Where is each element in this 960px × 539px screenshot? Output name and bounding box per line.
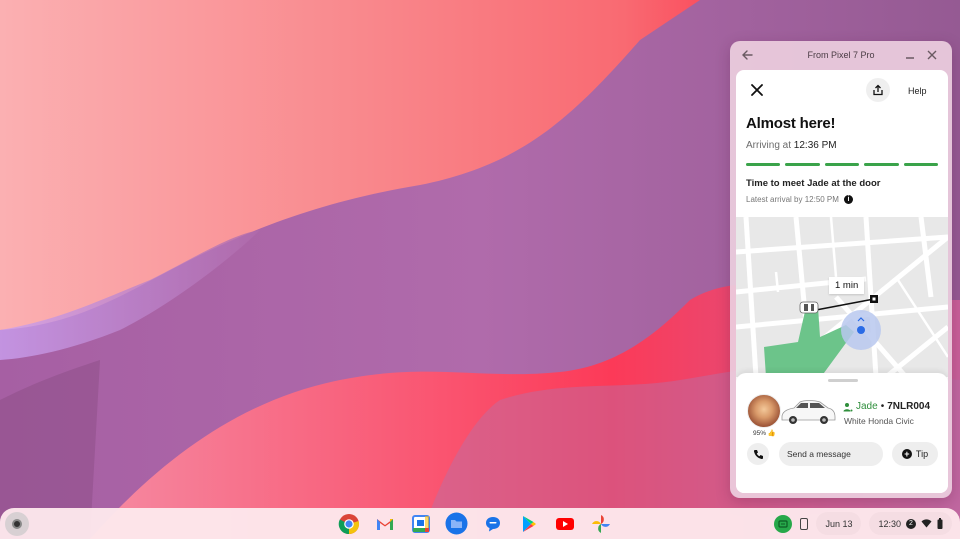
app-top-bar: Help	[736, 70, 948, 114]
thumbs-up-icon: 👍	[767, 430, 776, 437]
window-titlebar[interactable]: From Pixel 7 Pro	[730, 41, 952, 70]
wifi-icon	[921, 519, 932, 528]
add-tip-icon: +	[901, 449, 912, 459]
driver-person-icon	[843, 402, 853, 411]
progress-segment	[903, 163, 939, 166]
latest-arrival-row: Latest arrival by 12:50 PM i	[746, 195, 853, 204]
phone-hub-button[interactable]	[774, 514, 793, 533]
ride-tracking-screen: Help Almost here! Arriving at 12:36 PM T…	[736, 70, 948, 493]
call-driver-button[interactable]	[747, 443, 769, 465]
driver-avatar	[747, 394, 781, 428]
arrival-time-value: 12:36 PM	[793, 140, 837, 151]
system-status-button[interactable]: 12:30 2	[869, 512, 952, 535]
status-tray: Jun 13 12:30 2	[774, 512, 952, 535]
send-message-input[interactable]: Send a message	[779, 442, 883, 466]
progress-segment	[824, 163, 860, 166]
phone-icon	[753, 449, 763, 459]
status-headline: Almost here!	[746, 115, 836, 132]
files-icon[interactable]	[445, 512, 468, 535]
notification-count-badge: 2	[906, 518, 916, 529]
phone-hub-icon	[778, 519, 789, 528]
tip-label: Tip	[915, 449, 929, 459]
map-view[interactable]: 1 min	[736, 217, 948, 377]
dismiss-icon[interactable]	[750, 83, 764, 97]
progress-segment	[785, 163, 820, 166]
youtube-icon[interactable]	[553, 512, 576, 535]
pinned-apps	[337, 512, 612, 535]
minimize-icon[interactable]	[904, 49, 916, 61]
latest-arrival-text: Latest arrival by 12:50 PM	[746, 195, 839, 204]
share-icon	[873, 84, 883, 96]
sheet-drag-handle[interactable]	[828, 379, 858, 382]
close-window-icon[interactable]	[926, 49, 938, 61]
meet-driver-message: Time to meet Jade at the door	[746, 178, 881, 189]
vehicle-description: White Honda Civic	[844, 416, 914, 426]
help-button[interactable]: Help	[908, 86, 927, 96]
driver-bottom-sheet: 95% 👍 Jade • 7NLR004 White Honda Civic S…	[736, 373, 948, 493]
message-placeholder: Send a message	[787, 449, 851, 459]
driver-car-icon	[799, 301, 819, 314]
date-text: Jun 13	[825, 518, 853, 529]
share-button[interactable]	[866, 78, 890, 102]
arrival-prefix: Arriving at	[746, 140, 794, 151]
trip-progress-bar	[746, 163, 939, 166]
window-title: From Pixel 7 Pro	[807, 50, 875, 60]
photos-icon[interactable]	[589, 512, 612, 535]
date-button[interactable]: Jun 13	[816, 512, 862, 535]
progress-segment	[864, 163, 899, 166]
clock-text: 12:30	[878, 518, 901, 529]
calendar-icon[interactable]	[409, 512, 432, 535]
driver-name: Jade	[856, 401, 878, 412]
gmail-icon[interactable]	[373, 512, 396, 535]
license-plate: 7NLR004	[887, 401, 931, 412]
separator-dot: •	[880, 401, 885, 412]
driver-info: Jade • 7NLR004	[843, 401, 930, 412]
driver-rating: 95% 👍	[753, 429, 776, 437]
tip-button[interactable]: + Tip	[892, 442, 938, 466]
user-location-dot	[857, 326, 865, 334]
chrome-icon[interactable]	[337, 512, 360, 535]
phone-hub-app-window: From Pixel 7 Pro Help Almost here! Arriv…	[730, 41, 952, 498]
eta-label: 1 min	[829, 277, 865, 294]
rating-value: 95%	[753, 430, 767, 437]
launcher-button[interactable]	[5, 512, 29, 536]
connected-phone-icon[interactable]	[800, 517, 809, 530]
play-store-icon[interactable]	[517, 512, 540, 535]
launcher-icon	[12, 519, 22, 529]
battery-icon	[937, 518, 943, 529]
arrival-time: Arriving at 12:36 PM	[746, 140, 837, 151]
chromeos-shelf: Jun 13 12:30 2	[0, 508, 960, 539]
info-icon[interactable]: i	[843, 195, 853, 204]
progress-segment	[746, 163, 781, 166]
messages-icon[interactable]	[481, 512, 504, 535]
vehicle-image	[781, 400, 836, 424]
